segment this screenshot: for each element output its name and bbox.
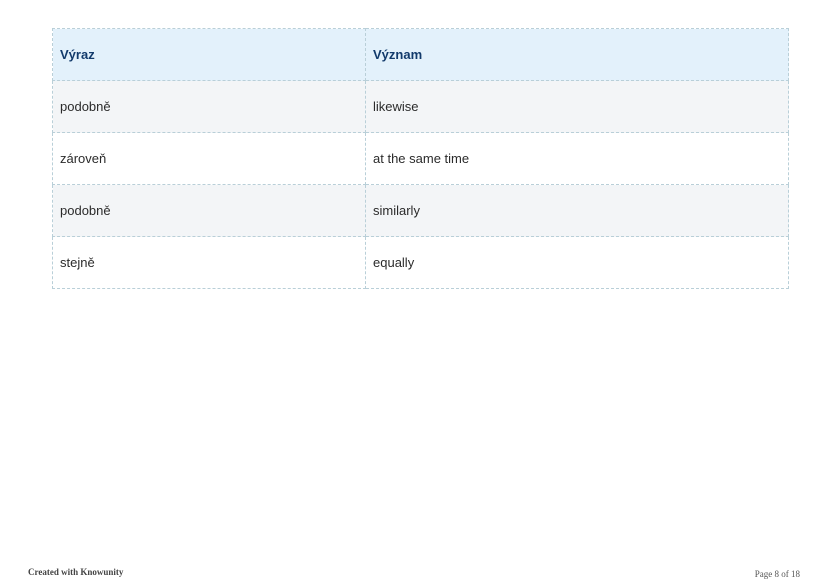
meaning-cell: similarly xyxy=(365,184,789,237)
document-page: Výraz Význam podobně likewise zároveň at… xyxy=(0,0,828,586)
meaning-cell: equally xyxy=(365,236,789,289)
vocabulary-table: Výraz Význam podobně likewise zároveň at… xyxy=(52,28,789,289)
meaning-cell: likewise xyxy=(365,80,789,133)
page-number: Page 8 of 18 xyxy=(754,569,800,579)
expression-cell: podobně xyxy=(52,184,366,237)
expression-cell: zároveň xyxy=(52,132,366,185)
header-expression: Výraz xyxy=(52,28,366,81)
table-row: stejně equally xyxy=(52,236,789,289)
table-row: zároveň at the same time xyxy=(52,132,789,185)
header-meaning: Význam xyxy=(365,28,789,81)
expression-cell: stejně xyxy=(52,236,366,289)
expression-cell: podobně xyxy=(52,80,366,133)
meaning-cell: at the same time xyxy=(365,132,789,185)
table-row: podobně similarly xyxy=(52,184,789,237)
table-header-row: Výraz Význam xyxy=(52,28,789,81)
footer-credit: Created with Knowunity xyxy=(28,567,124,577)
table-row: podobně likewise xyxy=(52,80,789,133)
